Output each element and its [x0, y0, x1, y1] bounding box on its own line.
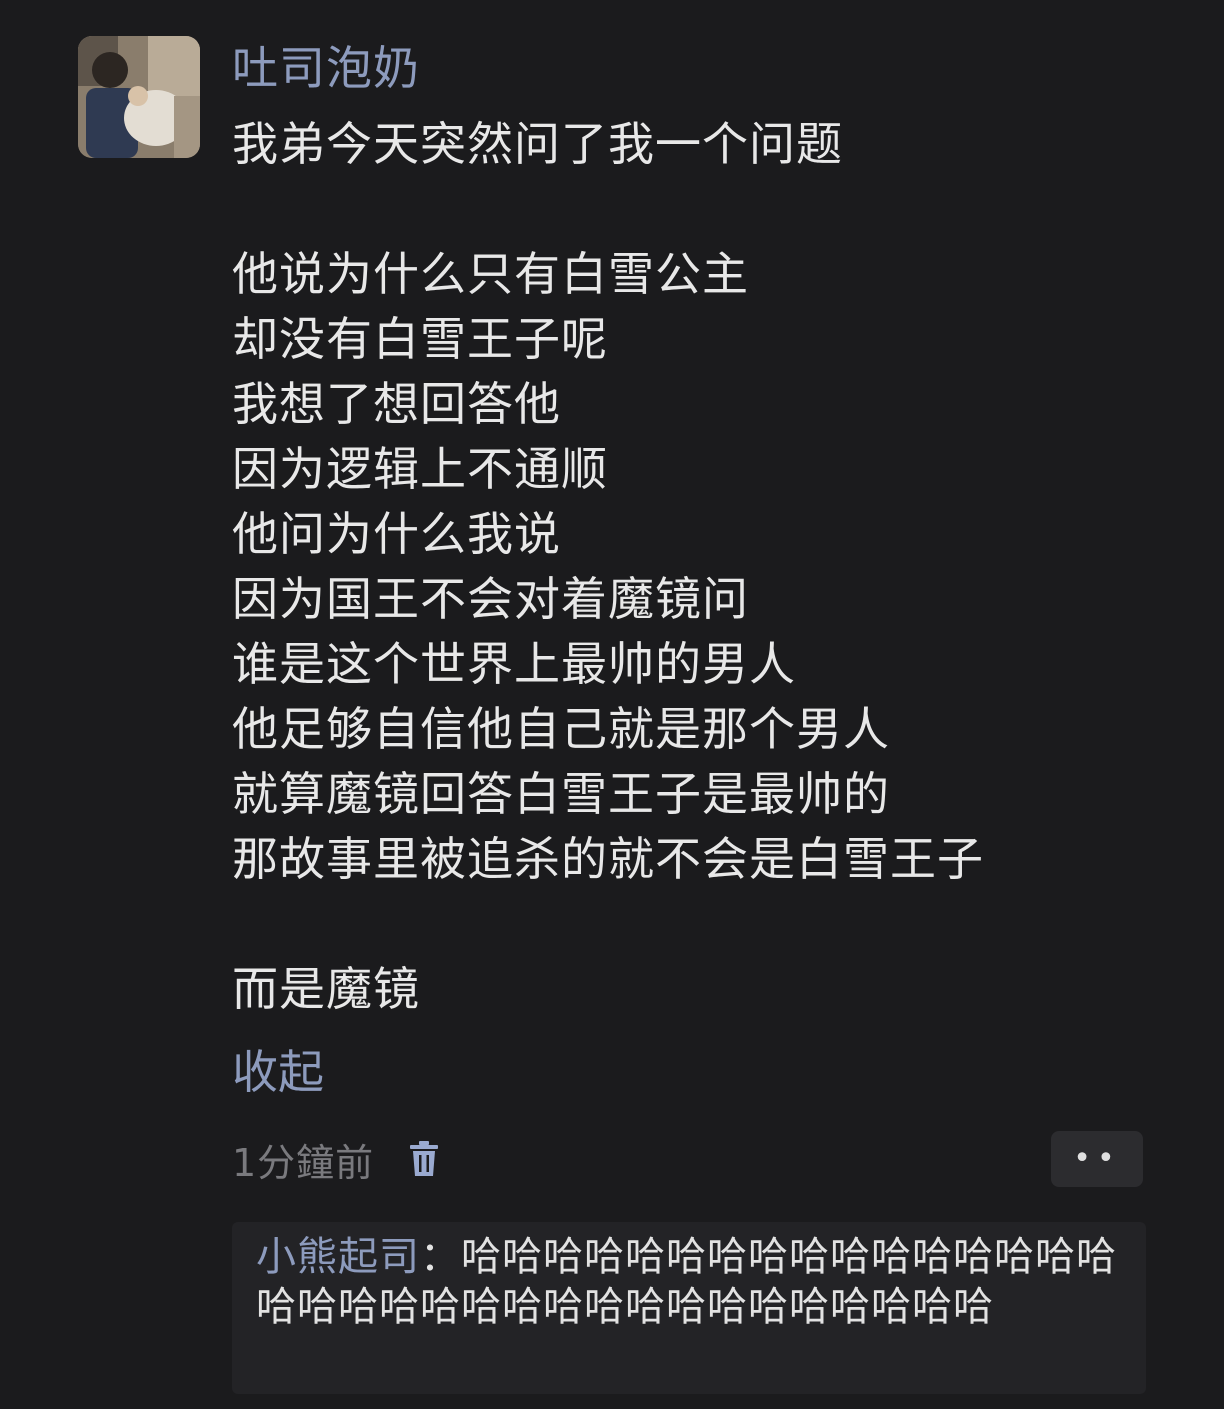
post-line: 我弟今天突然问了我一个问题	[232, 117, 843, 171]
collapse-link[interactable]: 收起	[232, 1040, 324, 1105]
avatar[interactable]	[78, 36, 200, 158]
post-line: 却没有白雪王子呢	[232, 312, 608, 366]
reply-separator: ：	[420, 1234, 461, 1280]
post-line: 他问为什么我说	[232, 507, 561, 561]
reply-author[interactable]: 小熊起司	[256, 1234, 420, 1280]
post-line: 因为逻辑上不通顺	[232, 442, 608, 496]
post-line: 就算魔镜回答白雪王子是最帅的	[232, 767, 890, 821]
post-line: 谁是这个世界上最帅的男人	[232, 637, 796, 691]
post-line	[232, 177, 1132, 242]
reply-text: 小熊起司：哈哈哈哈哈哈哈哈哈哈哈哈哈哈哈哈哈哈哈哈哈哈哈哈哈哈哈哈哈哈哈哈哈哈	[256, 1232, 1124, 1332]
post-body: 我弟今天突然问了我一个问题 他说为什么只有白雪公主 却没有白雪王子呢 我想了想回…	[232, 112, 1132, 1022]
reply-preview[interactable]: 小熊起司：哈哈哈哈哈哈哈哈哈哈哈哈哈哈哈哈哈哈哈哈哈哈哈哈哈哈哈哈哈哈哈哈哈哈	[232, 1222, 1146, 1394]
post-line: 我想了想回答他	[232, 377, 561, 431]
post-line: 他说为什么只有白雪公主	[232, 247, 749, 301]
avatar-photo	[78, 36, 200, 158]
more-icon: ••	[1073, 1141, 1121, 1176]
post-line: 而是魔镜	[232, 962, 420, 1016]
post-line: 他足够自信他自己就是那个男人	[232, 702, 890, 756]
username[interactable]: 吐司泡奶	[232, 38, 420, 98]
post-meta: 1分鐘前	[232, 1130, 440, 1188]
trash-icon[interactable]	[408, 1140, 440, 1178]
more-options-button[interactable]: ••	[1051, 1131, 1143, 1187]
timestamp: 1分鐘前	[232, 1140, 375, 1185]
post-line	[232, 892, 1132, 957]
post-line: 那故事里被追杀的就不会是白雪王子	[232, 832, 984, 886]
post-line: 因为国王不会对着魔镜问	[232, 572, 749, 626]
